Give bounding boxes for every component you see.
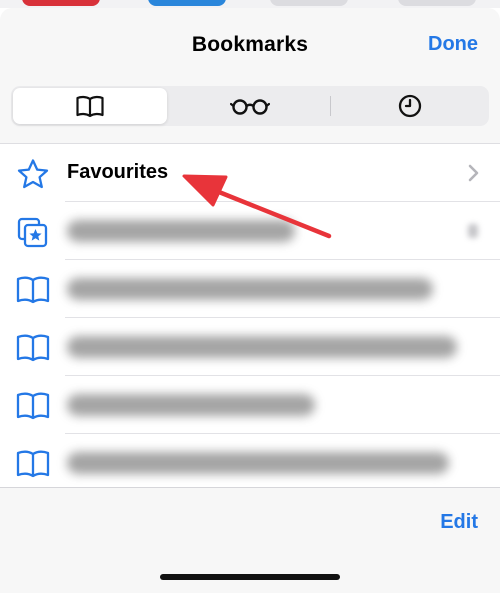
- home-indicator: [160, 574, 340, 580]
- bookmark-title-blurred: [67, 394, 315, 416]
- list-item[interactable]: [0, 202, 500, 260]
- segment-divider: [330, 96, 331, 116]
- list-item[interactable]: [0, 260, 500, 318]
- app-tile: [398, 0, 476, 6]
- list-item[interactable]: [0, 434, 500, 487]
- chevron-right-icon: [468, 164, 479, 182]
- done-button[interactable]: Done: [428, 33, 478, 56]
- bookmarks-sheet: Bookmarks Done Favourites Edit: [0, 8, 500, 593]
- book-icon: [16, 334, 50, 362]
- bookmarks-list: Favourites: [0, 143, 500, 487]
- edit-button[interactable]: Edit: [440, 511, 478, 534]
- app-tile: [270, 0, 348, 6]
- book-icon: [76, 95, 104, 118]
- book-icon: [16, 276, 50, 304]
- app-tile: [148, 0, 226, 6]
- tab-history[interactable]: [333, 88, 487, 124]
- favourites-label: Favourites: [67, 161, 169, 183]
- chevron-right-icon: [468, 224, 478, 238]
- bookmark-title-blurred: [67, 336, 457, 358]
- segmented-control: [11, 86, 489, 126]
- bookmark-title-blurred: [67, 278, 433, 300]
- tab-reading-list[interactable]: [173, 88, 327, 124]
- bookmark-title-blurred: [67, 220, 295, 242]
- star-icon: [17, 159, 49, 189]
- glasses-icon: [230, 99, 270, 115]
- bookmark-title-blurred: [67, 452, 449, 474]
- toolbar-divider: [0, 487, 500, 488]
- app-tile: [22, 0, 100, 6]
- book-icon: [16, 450, 50, 478]
- clock-icon: [398, 94, 422, 118]
- list-item-favourites[interactable]: Favourites: [0, 144, 500, 202]
- favourites-folder-icon: [17, 217, 48, 248]
- list-item[interactable]: [0, 376, 500, 434]
- tab-bookmarks[interactable]: [13, 88, 167, 124]
- book-icon: [16, 392, 50, 420]
- page-title: Bookmarks: [191, 33, 309, 56]
- background-app-peek: [0, 0, 500, 8]
- sheet-header: Bookmarks Done: [0, 8, 500, 78]
- list-item[interactable]: [0, 318, 500, 376]
